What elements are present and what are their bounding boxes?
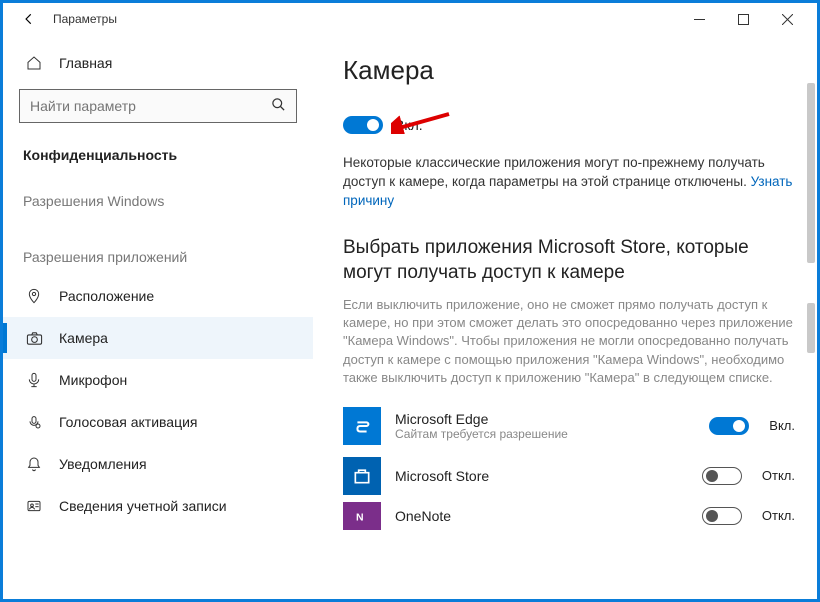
page-title: Камера	[343, 55, 795, 86]
sidebar-item-label: Микрофон	[59, 372, 127, 388]
app-row-onenote: N OneNote Откл.	[343, 501, 795, 531]
sidebar-item-voice[interactable]: Голосовая активация	[3, 401, 313, 443]
close-button[interactable]	[765, 5, 809, 33]
app-toggle-store[interactable]	[702, 467, 742, 485]
location-icon	[23, 288, 45, 304]
sidebar-item-label: Голосовая активация	[59, 414, 198, 430]
back-button[interactable]	[17, 12, 41, 26]
titlebar: Параметры	[3, 3, 817, 35]
search-input[interactable]	[30, 98, 271, 114]
apps-section-description: Если выключить приложение, оно не сможет…	[343, 296, 795, 387]
sidebar-item-label: Сведения учетной записи	[59, 498, 227, 514]
onenote-icon: N	[343, 502, 381, 530]
bell-icon	[23, 456, 45, 472]
search-icon	[271, 97, 286, 115]
annotation-arrow	[391, 108, 451, 134]
scrollbar-thumb[interactable]	[807, 303, 815, 353]
account-icon	[23, 498, 45, 514]
minimize-button[interactable]	[677, 5, 721, 33]
app-toggle-onenote[interactable]	[702, 507, 742, 525]
sidebar-item-notifications[interactable]: Уведомления	[3, 443, 313, 485]
camera-description: Некоторые классические приложения могут …	[343, 154, 795, 211]
app-toggle-label: Откл.	[762, 508, 795, 523]
sidebar-home[interactable]: Главная	[3, 43, 313, 83]
app-name: Microsoft Edge	[395, 411, 709, 427]
apps-section-heading: Выбрать приложения Microsoft Store, кото…	[343, 235, 795, 286]
main-content: Камера Вкл. Некоторые классические прило…	[313, 35, 817, 599]
sidebar-section: Конфиденциальность	[3, 135, 313, 175]
sidebar-item-microphone[interactable]: Микрофон	[3, 359, 313, 401]
app-name: Microsoft Store	[395, 468, 702, 484]
sidebar-item-account[interactable]: Сведения учетной записи	[3, 485, 313, 527]
search-box[interactable]	[19, 89, 297, 123]
sidebar: Главная Конфиденциальность Разрешения Wi…	[3, 35, 313, 599]
sidebar-item-location[interactable]: Расположение	[3, 275, 313, 317]
sidebar-group-apps: Разрешения приложений	[3, 219, 313, 275]
store-icon	[343, 457, 381, 495]
scrollbar-thumb[interactable]	[807, 83, 815, 263]
microphone-icon	[23, 372, 45, 388]
sidebar-item-label: Расположение	[59, 288, 154, 304]
voice-icon	[23, 414, 45, 430]
sidebar-item-camera[interactable]: Камера	[3, 317, 313, 359]
maximize-button[interactable]	[721, 5, 765, 33]
app-name: OneNote	[395, 508, 702, 524]
sidebar-item-label: Уведомления	[59, 456, 147, 472]
sidebar-group-windows: Разрешения Windows	[3, 175, 313, 219]
app-toggle-label: Вкл.	[769, 418, 795, 433]
window-title: Параметры	[53, 12, 117, 26]
sidebar-item-label: Камера	[59, 330, 108, 346]
app-toggle-label: Откл.	[762, 468, 795, 483]
edge-icon	[343, 407, 381, 445]
svg-text:N: N	[356, 511, 364, 523]
camera-icon	[23, 330, 45, 347]
app-subtext: Сайтам требуется разрешение	[395, 427, 709, 441]
app-row-edge: Microsoft Edge Сайтам требуется разрешен…	[343, 401, 795, 451]
sidebar-home-label: Главная	[59, 55, 112, 71]
app-row-store: Microsoft Store Откл.	[343, 451, 795, 501]
camera-master-toggle[interactable]	[343, 116, 383, 134]
app-toggle-edge[interactable]	[709, 417, 749, 435]
home-icon	[23, 55, 45, 71]
